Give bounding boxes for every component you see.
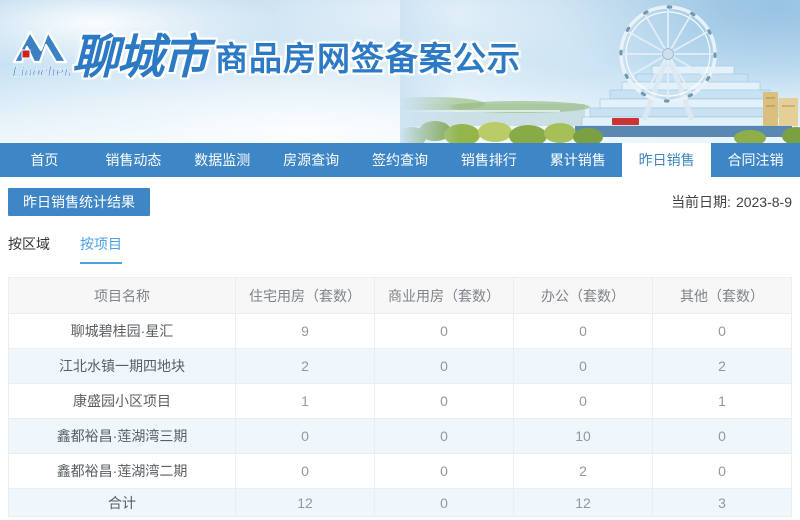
value-cell: 0: [236, 454, 375, 489]
value-cell: 2: [236, 349, 375, 384]
nav-item-contract-cancel[interactable]: 合同注销: [711, 143, 800, 177]
project-name-cell: 康盛园小区项目: [9, 384, 236, 419]
value-cell: 1: [236, 384, 375, 419]
value-cell: 12: [514, 489, 653, 517]
current-date: 当前日期: 2023-8-9: [671, 192, 792, 212]
nav-item-housing-search[interactable]: 房源查询: [267, 143, 356, 177]
value-cell: 0: [375, 349, 514, 384]
site-header: Liaocheng 聊城市 商品房网签备案公示: [0, 0, 800, 143]
nav-item-sales-ranking[interactable]: 销售排行: [444, 143, 533, 177]
column-header-1: 住宅用房（套数）: [236, 278, 375, 314]
section-head: 昨日销售统计结果 当前日期: 2023-8-9: [8, 188, 792, 216]
value-cell: 2: [514, 454, 653, 489]
value-cell: 2: [653, 349, 792, 384]
table-body: 聊城碧桂园·星汇9000江北水镇一期四地块2002康盛园小区项目1001鑫都裕昌…: [9, 314, 792, 517]
content: 昨日销售统计结果 当前日期: 2023-8-9 按区域按项目 项目名称住宅用房（套…: [0, 188, 800, 517]
table-row-total: 合计120123: [9, 489, 792, 517]
liaocheng-logo-icon: Liaocheng: [10, 24, 70, 82]
page: Liaocheng 聊城市 商品房网签备案公示 首页销售动态数据监测房源查询签约…: [0, 0, 800, 517]
table-row: 江北水镇一期四地块2002: [9, 349, 792, 384]
project-name-cell: 江北水镇一期四地块: [9, 349, 236, 384]
city-name: 聊城市: [72, 18, 207, 87]
nav-item-home[interactable]: 首页: [0, 143, 89, 177]
value-cell: 0: [375, 314, 514, 349]
table-row: 聊城碧桂园·星汇9000: [9, 314, 792, 349]
value-cell: 0: [375, 384, 514, 419]
nav-item-contract-search[interactable]: 签约查询: [356, 143, 445, 177]
project-name-cell: 合计: [9, 489, 236, 517]
current-date-value: 2023-8-9: [736, 194, 792, 210]
nav-item-sales-activity[interactable]: 销售动态: [89, 143, 178, 177]
value-cell: 0: [236, 419, 375, 454]
table-row: 鑫都裕昌·莲湖湾二期0020: [9, 454, 792, 489]
column-header-0: 项目名称: [9, 278, 236, 314]
current-date-label: 当前日期:: [671, 194, 731, 210]
table-head: 项目名称住宅用房（套数）商业用房（套数）办公（套数）其他（套数）: [9, 278, 792, 314]
tab-by-region[interactable]: 按区域: [8, 234, 50, 264]
value-cell: 1: [653, 384, 792, 419]
value-cell: 0: [653, 419, 792, 454]
nav-item-data-monitor[interactable]: 数据监测: [178, 143, 267, 177]
value-cell: 0: [375, 489, 514, 517]
value-cell: 12: [236, 489, 375, 517]
value-cell: 0: [653, 314, 792, 349]
value-cell: 0: [375, 454, 514, 489]
site-title: 商品房网签备案公示: [215, 32, 521, 80]
value-cell: 0: [514, 384, 653, 419]
column-header-3: 办公（套数）: [514, 278, 653, 314]
header-row: 项目名称住宅用房（套数）商业用房（套数）办公（套数）其他（套数）: [9, 278, 792, 314]
view-tabs: 按区域按项目: [8, 234, 792, 264]
value-cell: 9: [236, 314, 375, 349]
logo-script-text: Liaocheng: [11, 65, 70, 80]
nav-item-cumulative-sales[interactable]: 累计销售: [533, 143, 622, 177]
value-cell: 3: [653, 489, 792, 517]
project-name-cell: 鑫都裕昌·莲湖湾三期: [9, 419, 236, 454]
table-row: 鑫都裕昌·莲湖湾三期00100: [9, 419, 792, 454]
column-header-2: 商业用房（套数）: [375, 278, 514, 314]
value-cell: 0: [653, 454, 792, 489]
value-cell: 0: [375, 419, 514, 454]
section-title-badge: 昨日销售统计结果: [8, 188, 150, 216]
main-nav: 首页销售动态数据监测房源查询签约查询销售排行累计销售昨日销售合同注销: [0, 143, 800, 177]
table-row: 康盛园小区项目1001: [9, 384, 792, 419]
value-cell: 0: [514, 349, 653, 384]
nav-item-yesterday-sales[interactable]: 昨日销售: [622, 143, 711, 177]
yesterday-sales-table: 项目名称住宅用房（套数）商业用房（套数）办公（套数）其他（套数） 聊城碧桂园·星…: [8, 277, 792, 517]
column-header-4: 其他（套数）: [653, 278, 792, 314]
brand: Liaocheng 聊城市 商品房网签备案公示: [10, 18, 521, 87]
project-name-cell: 聊城碧桂园·星汇: [9, 314, 236, 349]
value-cell: 0: [514, 314, 653, 349]
value-cell: 10: [514, 419, 653, 454]
tab-by-project[interactable]: 按项目: [80, 234, 122, 264]
project-name-cell: 鑫都裕昌·莲湖湾二期: [9, 454, 236, 489]
